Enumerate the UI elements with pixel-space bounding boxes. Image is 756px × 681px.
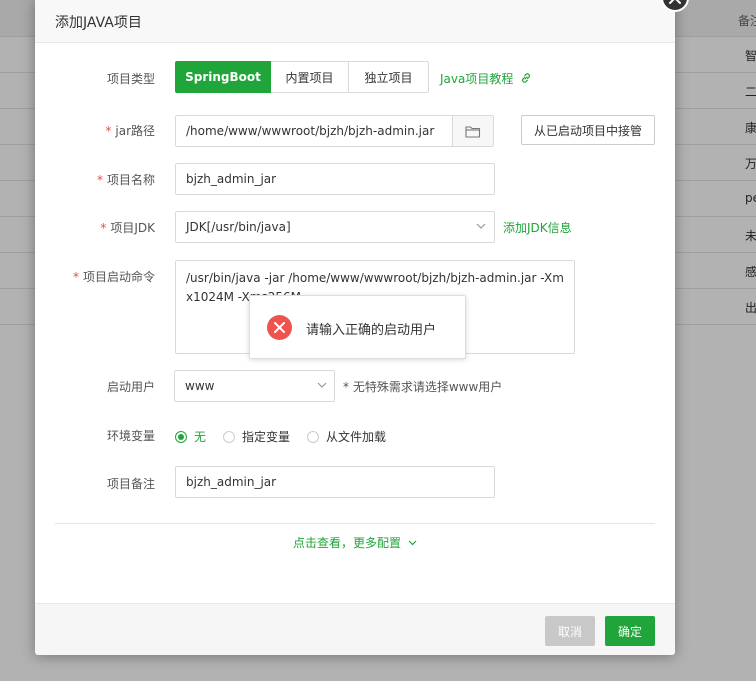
- takeover-running-project-button[interactable]: 从已启动项目中接管: [521, 115, 655, 145]
- project-name-input[interactable]: bjzh_admin_jar: [175, 163, 495, 195]
- env-radio-none-label: 无: [194, 430, 207, 444]
- project-type-springboot[interactable]: SpringBoot: [175, 61, 271, 93]
- remark-label: 项目备注: [106, 477, 155, 491]
- close-icon: [274, 322, 285, 333]
- start-user-value: www: [185, 379, 215, 393]
- required-mark: *: [72, 270, 79, 284]
- project-type-builtin[interactable]: 内置项目: [271, 61, 349, 93]
- env-radio-specify-label: 指定变量: [242, 430, 291, 444]
- add-jdk-link[interactable]: 添加JDK信息: [503, 219, 572, 236]
- radio-checked-icon: [175, 430, 187, 443]
- external-link-icon: [522, 73, 531, 83]
- required-mark: *: [96, 173, 103, 187]
- required-mark: *: [100, 221, 107, 235]
- project-type-label: 项目类型: [106, 72, 155, 86]
- error-icon: [267, 315, 292, 340]
- chevron-down-icon: [476, 223, 486, 229]
- start-user-hint: * 无特殊需求请选择www用户: [343, 380, 503, 394]
- java-tutorial-link[interactable]: Java项目教程: [440, 70, 532, 87]
- browse-folder-button[interactable]: [452, 115, 494, 147]
- project-jdk-value: JDK[/usr/bin/java]: [186, 220, 291, 234]
- cancel-button[interactable]: 取消: [545, 616, 595, 646]
- chevron-down-icon: [408, 540, 417, 546]
- dialog-header: 添加JAVA项目: [35, 0, 675, 43]
- close-icon: [669, 0, 681, 4]
- jar-path-label-text: jar路径: [115, 124, 155, 138]
- env-radio-none[interactable]: 无: [175, 428, 206, 445]
- jar-path-label: * jar路径: [35, 122, 155, 139]
- more-config-toggle[interactable]: 点击查看，更多配置: [293, 534, 417, 551]
- project-name-label-text: 项目名称: [106, 173, 155, 187]
- project-jdk-label: * 项目JDK: [35, 219, 155, 236]
- radio-unchecked-icon: [223, 430, 235, 443]
- env-radio-specify[interactable]: 指定变量: [223, 428, 290, 445]
- required-mark: *: [105, 124, 112, 138]
- folder-icon: [465, 125, 481, 138]
- toast-message: 请输入正确的启动用户: [306, 323, 437, 338]
- start-command-label-text: 项目启动命令: [82, 270, 155, 284]
- start-user-select[interactable]: www: [174, 370, 335, 402]
- radio-unchecked-icon: [307, 430, 319, 443]
- dialog-title: 添加JAVA项目: [55, 15, 142, 31]
- remark-input[interactable]: bjzh_admin_jar: [175, 466, 495, 498]
- dialog-footer: 取消 确定: [35, 603, 675, 655]
- more-config-text: 点击查看，更多配置: [293, 536, 402, 550]
- env-vars-label: 环境变量: [106, 429, 155, 443]
- env-radio-from-file-label: 从文件加载: [326, 430, 387, 444]
- confirm-button[interactable]: 确定: [605, 616, 655, 646]
- divider: [55, 523, 655, 524]
- project-jdk-label-text: 项目JDK: [110, 221, 155, 235]
- start-user-label: 启动用户: [106, 380, 155, 394]
- start-command-label: * 项目启动命令: [35, 268, 155, 285]
- java-tutorial-link-text: Java项目教程: [440, 72, 514, 86]
- jar-path-input[interactable]: /home/www/wwwroot/bjzh/bjzh-admin.jar: [175, 115, 453, 147]
- chevron-down-icon: [317, 382, 327, 388]
- project-name-label: * 项目名称: [35, 171, 155, 188]
- env-radio-from-file[interactable]: 从文件加载: [307, 428, 386, 445]
- error-toast: 请输入正确的启动用户: [249, 295, 466, 359]
- project-jdk-select[interactable]: JDK[/usr/bin/java]: [175, 211, 495, 243]
- project-type-standalone[interactable]: 独立项目: [349, 61, 429, 93]
